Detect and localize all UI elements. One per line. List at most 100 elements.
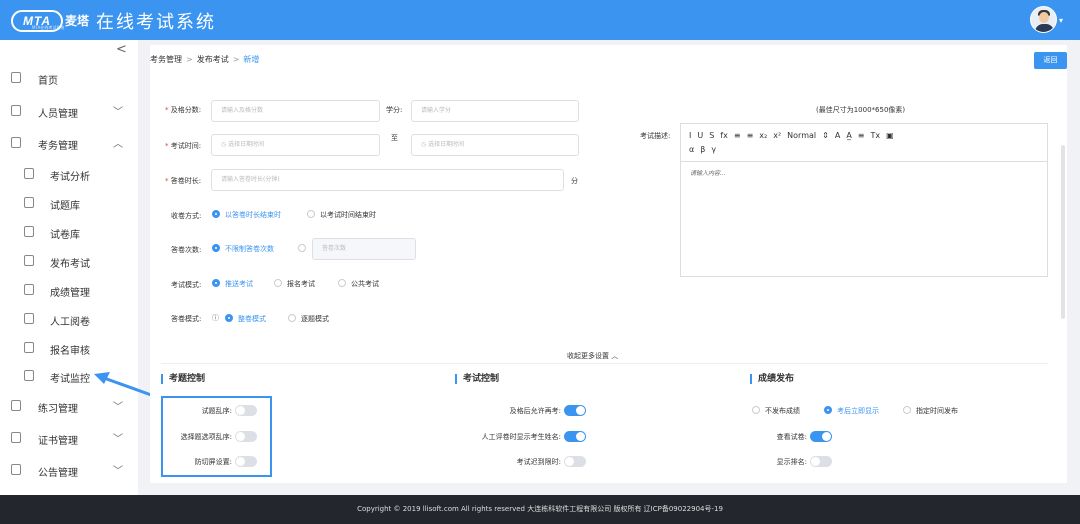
- user-icon: [11, 105, 21, 116]
- nav-label: 考试分析: [50, 172, 90, 183]
- shuffle-questions-toggle[interactable]: [235, 405, 257, 416]
- nav-item-manual-grading[interactable]: 人工阅卷: [0, 305, 138, 333]
- exam-control-title: 考试控制: [455, 374, 499, 384]
- nav-label: 人工阅卷: [50, 317, 90, 328]
- app-logo[interactable]: MTA 麦塔 MTA在线考试系统: [11, 10, 95, 32]
- doc-icon: [24, 342, 34, 353]
- toolbar-row: I U Sfx ≡ ≡ x₂ x² Normal ⇕ A A̲ ≡ Tx ▣: [689, 129, 1039, 143]
- editor-tool-button[interactable]: Normal: [787, 131, 816, 140]
- editor-tool-button[interactable]: ≡: [734, 131, 741, 140]
- end-time-input[interactable]: ◷ 选择日期时间: [411, 134, 579, 156]
- view-paper-toggle[interactable]: [810, 431, 832, 442]
- nav-label: 考试监控: [50, 374, 90, 385]
- info-icon[interactable]: ⓘ: [212, 313, 219, 323]
- exam-time-label: * 考试时间:: [165, 142, 202, 150]
- user-menu-chevron-icon[interactable]: ▾: [1059, 16, 1063, 25]
- pass-score-label: * 及格分数:: [165, 106, 202, 114]
- anti-switch-toggle[interactable]: [235, 456, 257, 467]
- chevron-down-icon: ﹀: [113, 466, 123, 477]
- per-question-radio[interactable]: 逐题模式: [288, 314, 329, 324]
- duration-label: * 答卷时长:: [165, 177, 202, 185]
- question-control-title: 考题控制: [161, 374, 205, 384]
- nav-item-exam-admin[interactable]: 考务管理 ︿: [0, 129, 138, 157]
- editor-tool-button[interactable]: ⇕: [822, 131, 829, 140]
- toggle-label: 防切屏设置:: [194, 458, 232, 466]
- size-hint: (最佳尺寸为1000*650像素): [816, 106, 906, 114]
- collapse-sidebar-icon[interactable]: <: [116, 42, 127, 57]
- late-limit-toggle[interactable]: [564, 456, 586, 467]
- show-rank-toggle[interactable]: [810, 456, 832, 467]
- logo-cn: 麦塔: [65, 14, 90, 28]
- editor-tool-button[interactable]: Tx: [871, 131, 881, 140]
- editor-tool-button[interactable]: ≡: [747, 131, 754, 140]
- grade-release-title: 成绩发布: [750, 374, 794, 384]
- answer-mode-label: 答卷模式:: [171, 315, 202, 323]
- credit-input[interactable]: 请输入学分: [411, 100, 579, 122]
- whole-paper-radio[interactable]: 整卷模式: [225, 314, 266, 324]
- pass-score-input[interactable]: 请输入及格分数: [211, 100, 380, 122]
- editor-tool-button[interactable]: fx: [720, 131, 728, 140]
- nav-label: 报名审核: [50, 346, 90, 357]
- editor-tool-button[interactable]: A: [835, 131, 840, 140]
- publish-immediately-radio[interactable]: 考后立即显示: [824, 406, 879, 416]
- collapse-more-settings[interactable]: 收起更多设置 ︿: [567, 351, 618, 361]
- nav-label: 成绩管理: [50, 288, 90, 299]
- editor-tool-button[interactable]: α: [689, 145, 694, 154]
- editor-tool-button[interactable]: x₂: [759, 131, 767, 140]
- editor-tool-button[interactable]: I: [689, 131, 691, 140]
- footer: Copyright © 2019 llisoft.com All rights …: [0, 495, 1080, 524]
- public-exam-radio[interactable]: 公共考试: [338, 279, 379, 289]
- nav-label: 人员管理: [38, 109, 78, 120]
- duration-input[interactable]: 请输入答卷时长(分钟): [211, 169, 564, 191]
- no-publish-radio[interactable]: 不发布成绩: [752, 406, 800, 416]
- editor-tool-button[interactable]: A̲: [846, 131, 851, 140]
- back-button[interactable]: 返回: [1034, 52, 1067, 69]
- nav-item-paper-bank[interactable]: 试卷库: [0, 218, 138, 246]
- logo-sub: MTA在线考试系统: [32, 25, 65, 30]
- doc-icon: [24, 255, 34, 266]
- start-time-input[interactable]: ◷ 选择日期时间: [211, 134, 380, 156]
- nav-label: 首页: [38, 76, 58, 87]
- chevron-up-icon: ︿: [113, 139, 123, 150]
- retake-after-pass-toggle[interactable]: [564, 405, 586, 416]
- signup-exam-radio[interactable]: 报名考试: [274, 279, 315, 289]
- nav-item-grades[interactable]: 成绩管理: [0, 276, 138, 304]
- nav-item-announcements[interactable]: 公告管理 ﹀: [0, 456, 138, 484]
- breadcrumb-item[interactable]: 发布考试: [197, 55, 229, 64]
- editor-tool-button[interactable]: ≡: [858, 131, 865, 140]
- nav-item-users[interactable]: 人员管理 ﹀: [0, 97, 138, 125]
- nav-label: 发布考试: [50, 259, 90, 270]
- nav-item-exam-analysis[interactable]: 考试分析: [0, 160, 138, 188]
- editor-tool-button[interactable]: β: [700, 145, 705, 154]
- breadcrumb-sep: >: [186, 55, 193, 64]
- limited-attempts-radio[interactable]: [298, 244, 311, 253]
- show-name-toggle[interactable]: [564, 431, 586, 442]
- editor-tool-button[interactable]: γ: [711, 145, 716, 154]
- nav-item-publish-exam[interactable]: 发布考试: [0, 247, 138, 275]
- attempts-input[interactable]: 答卷次数: [312, 238, 416, 260]
- shuffle-options-toggle[interactable]: [235, 431, 257, 442]
- unlimited-attempts-radio[interactable]: 不限制答卷次数: [212, 244, 274, 254]
- toggle-label: 人工评卷时显示考生姓名:: [481, 433, 561, 441]
- rich-text-editor[interactable]: I U Sfx ≡ ≡ x₂ x² Normal ⇕ A A̲ ≡ Tx ▣ αβγ 请输入内容...: [680, 123, 1048, 277]
- editor-body[interactable]: 请输入内容...: [681, 162, 1047, 183]
- editor-tool-button[interactable]: S: [709, 131, 714, 140]
- publish-scheduled-radio[interactable]: 指定时间发布: [903, 406, 958, 416]
- toolbar-row: αβγ: [689, 143, 1039, 157]
- chevron-down-icon: ﹀: [113, 107, 123, 118]
- editor-tool-button[interactable]: ▣: [886, 131, 894, 140]
- scrollbar[interactable]: [1061, 145, 1065, 319]
- breadcrumb-item[interactable]: 考务管理: [150, 55, 182, 64]
- nav-item-question-bank[interactable]: 试题库: [0, 189, 138, 217]
- user-avatar[interactable]: [1030, 6, 1057, 33]
- push-exam-radio[interactable]: 推送考试: [212, 279, 253, 289]
- nav-item-certificates[interactable]: 证书管理 ﹀: [0, 424, 138, 452]
- exam-mode-label: 考试模式:: [171, 281, 202, 289]
- editor-tool-button[interactable]: x²: [773, 131, 781, 140]
- cert-icon: [11, 432, 21, 443]
- nav-item-signup-review[interactable]: 报名审核: [0, 334, 138, 362]
- nav-item-home[interactable]: 首页: [0, 64, 138, 92]
- editor-tool-button[interactable]: U: [697, 131, 703, 140]
- submit-by-time-radio[interactable]: 以考试时间结束时: [307, 210, 376, 220]
- submit-by-duration-radio[interactable]: 以答卷时长结束时: [212, 210, 281, 220]
